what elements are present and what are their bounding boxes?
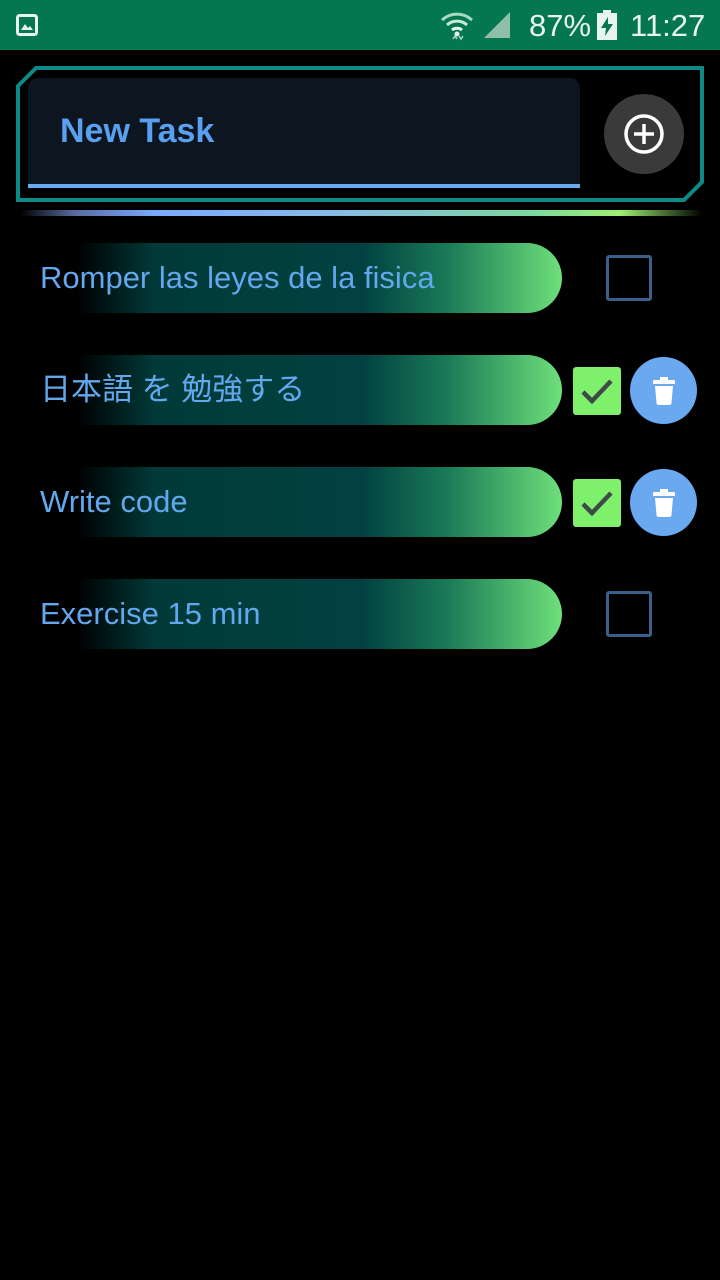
gradient-divider bbox=[20, 210, 702, 216]
trash-icon bbox=[652, 376, 675, 405]
status-bar: 87% 11:27 bbox=[0, 0, 720, 50]
delete-task-button[interactable] bbox=[630, 469, 697, 536]
delete-task-button[interactable] bbox=[630, 357, 697, 424]
new-task-field bbox=[28, 78, 580, 188]
task-checkbox[interactable] bbox=[606, 591, 652, 637]
battery-charging-icon bbox=[597, 10, 617, 40]
task-text: Romper las leyes de la fisica bbox=[40, 260, 435, 295]
task-item: Exercise 15 min bbox=[0, 579, 720, 651]
task-checkbox[interactable] bbox=[573, 367, 621, 415]
task-item: Romper las leyes de la fisica bbox=[0, 243, 720, 315]
wifi-icon bbox=[440, 12, 474, 41]
add-task-button[interactable] bbox=[604, 94, 684, 174]
trash-icon bbox=[652, 488, 675, 517]
new-task-input[interactable] bbox=[28, 78, 580, 184]
battery-percent: 87% bbox=[529, 8, 592, 43]
status-time: 11:27 bbox=[630, 8, 706, 43]
check-icon bbox=[581, 379, 613, 405]
signal-icon bbox=[484, 12, 510, 38]
task-item: Write code bbox=[0, 467, 720, 539]
task-checkbox[interactable] bbox=[606, 255, 652, 301]
task-text: Exercise 15 min bbox=[40, 596, 261, 631]
task-text: Write code bbox=[40, 484, 188, 519]
check-icon bbox=[581, 491, 613, 517]
task-text: 日本語 を 勉強する bbox=[40, 372, 306, 407]
gallery-icon bbox=[16, 14, 38, 36]
add-circle-icon bbox=[624, 114, 664, 154]
task-checkbox[interactable] bbox=[573, 479, 621, 527]
task-item: 日本語 を 勉強する bbox=[0, 355, 720, 427]
